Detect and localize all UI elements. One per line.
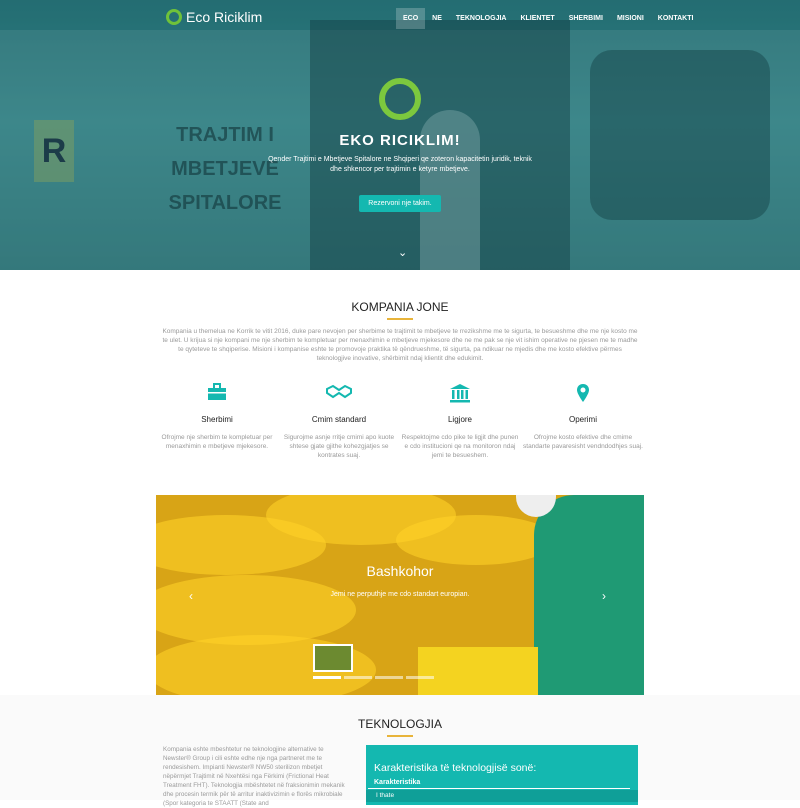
feature-title: Sherbimi — [201, 415, 233, 424]
feature-title: Ligjore — [447, 415, 472, 424]
features-box: Karakteristika të teknologjisë sonë: Kar… — [366, 745, 638, 805]
title-underline — [387, 735, 413, 737]
divider — [368, 788, 630, 789]
top-nav: Eco Riciklim ECO NE TEKNOLOGJIA KLIENTET… — [0, 0, 800, 36]
menu-item-kontakti[interactable]: KONTAKTI — [651, 8, 701, 29]
brand-name: Eco Riciklim — [186, 9, 263, 25]
briefcase-icon — [157, 383, 277, 407]
features-table-row: I thate — [366, 790, 638, 802]
menu-item-klientet[interactable]: KLIENTET — [513, 8, 561, 29]
chevron-down-icon[interactable]: ⌄ — [398, 246, 407, 259]
leaf-logo-icon — [379, 78, 421, 120]
menu-item-teknologjia[interactable]: TEKNOLOGJIA — [449, 8, 514, 29]
brand-logo[interactable]: Eco Riciklim — [166, 9, 262, 25]
technology-title: TEKNOLOGJIA — [357, 717, 443, 731]
menu-item-sherbimi[interactable]: SHERBIMI — [562, 8, 610, 29]
feature-cmim-standard: Cmim standard Sigurojme asnje rritje cmi… — [279, 383, 399, 460]
institution-icon — [400, 383, 520, 407]
main-menu: ECO NE TEKNOLOGJIA KLIENTET SHERBIMI MIS… — [396, 8, 700, 29]
slide-indicator[interactable] — [313, 676, 341, 679]
feature-title: Operimi — [568, 415, 597, 424]
map-marker-icon — [523, 383, 643, 407]
feature-operimi: Operimi Ofrojme kosto efektive dhe cmime… — [523, 383, 643, 451]
feature-sherbimi: Sherbimi Ofrojme nje sherbim te kompletu… — [157, 383, 277, 451]
slide-indicator[interactable] — [344, 676, 372, 679]
feature-description: Sigurojme asnje rritje cmimi apo kuote s… — [283, 434, 395, 459]
slide-subtitle: Jemi ne perputhje me cdo standart europi… — [330, 591, 470, 598]
hero-content: EKO RICIKLIM! Qender Trajtimi e Mbetjeve… — [0, 78, 800, 212]
title-underline — [387, 318, 413, 320]
hero-section: R TRAJTIM I MBETJEVE SPITALORE Eco Ricik… — [0, 0, 800, 270]
menu-item-eco[interactable]: ECO — [396, 8, 426, 29]
slide-indicator[interactable] — [406, 676, 434, 679]
feature-description: Ofrojme kosto efektive dhe cmime standar… — [523, 434, 643, 450]
slide-title: Bashkohor — [366, 563, 434, 579]
chevron-right-icon[interactable]: › — [602, 589, 606, 603]
menu-item-ne[interactable]: NE — [425, 8, 449, 29]
slide-thumbnail[interactable] — [313, 644, 353, 672]
yellow-bin — [418, 647, 538, 695]
features-box-title: Karakteristika të teknologjisë sonë: — [374, 762, 537, 774]
feature-ligjore: Ligjore Respektojme cdo pike te ligjit d… — [400, 383, 520, 460]
bin-stack — [396, 515, 556, 565]
menu-item-misioni[interactable]: MISIONI — [610, 8, 651, 29]
hero-title: EKO RICIKLIM! — [339, 132, 461, 149]
hero-subtitle: Qender Trajtimi e Mbetjeve Spitalore ne … — [268, 156, 532, 173]
features-table-header: Karakteristika — [374, 779, 421, 786]
feature-title: Cmim standard — [311, 415, 367, 424]
chevron-left-icon[interactable]: ‹ — [189, 589, 193, 603]
company-description: Kompania u themelua ne Korrik te vitit 2… — [162, 328, 638, 362]
handshake-icon — [279, 383, 399, 407]
technology-description: Kompania eshte mbeshtetur ne teknologjin… — [163, 746, 345, 807]
slide-indicator[interactable] — [375, 676, 403, 679]
feature-description: Ofrojme nje sherbim te kompletuar per me… — [161, 434, 273, 450]
company-title: KOMPANIA JONE — [351, 300, 449, 314]
slider-indicators — [313, 676, 437, 679]
leaf-logo-icon — [166, 9, 182, 25]
feature-description: Respektojme cdo pike te ligjit dhe punen… — [401, 434, 519, 459]
book-meeting-button[interactable]: Rezervoni nje takim. — [359, 195, 441, 212]
